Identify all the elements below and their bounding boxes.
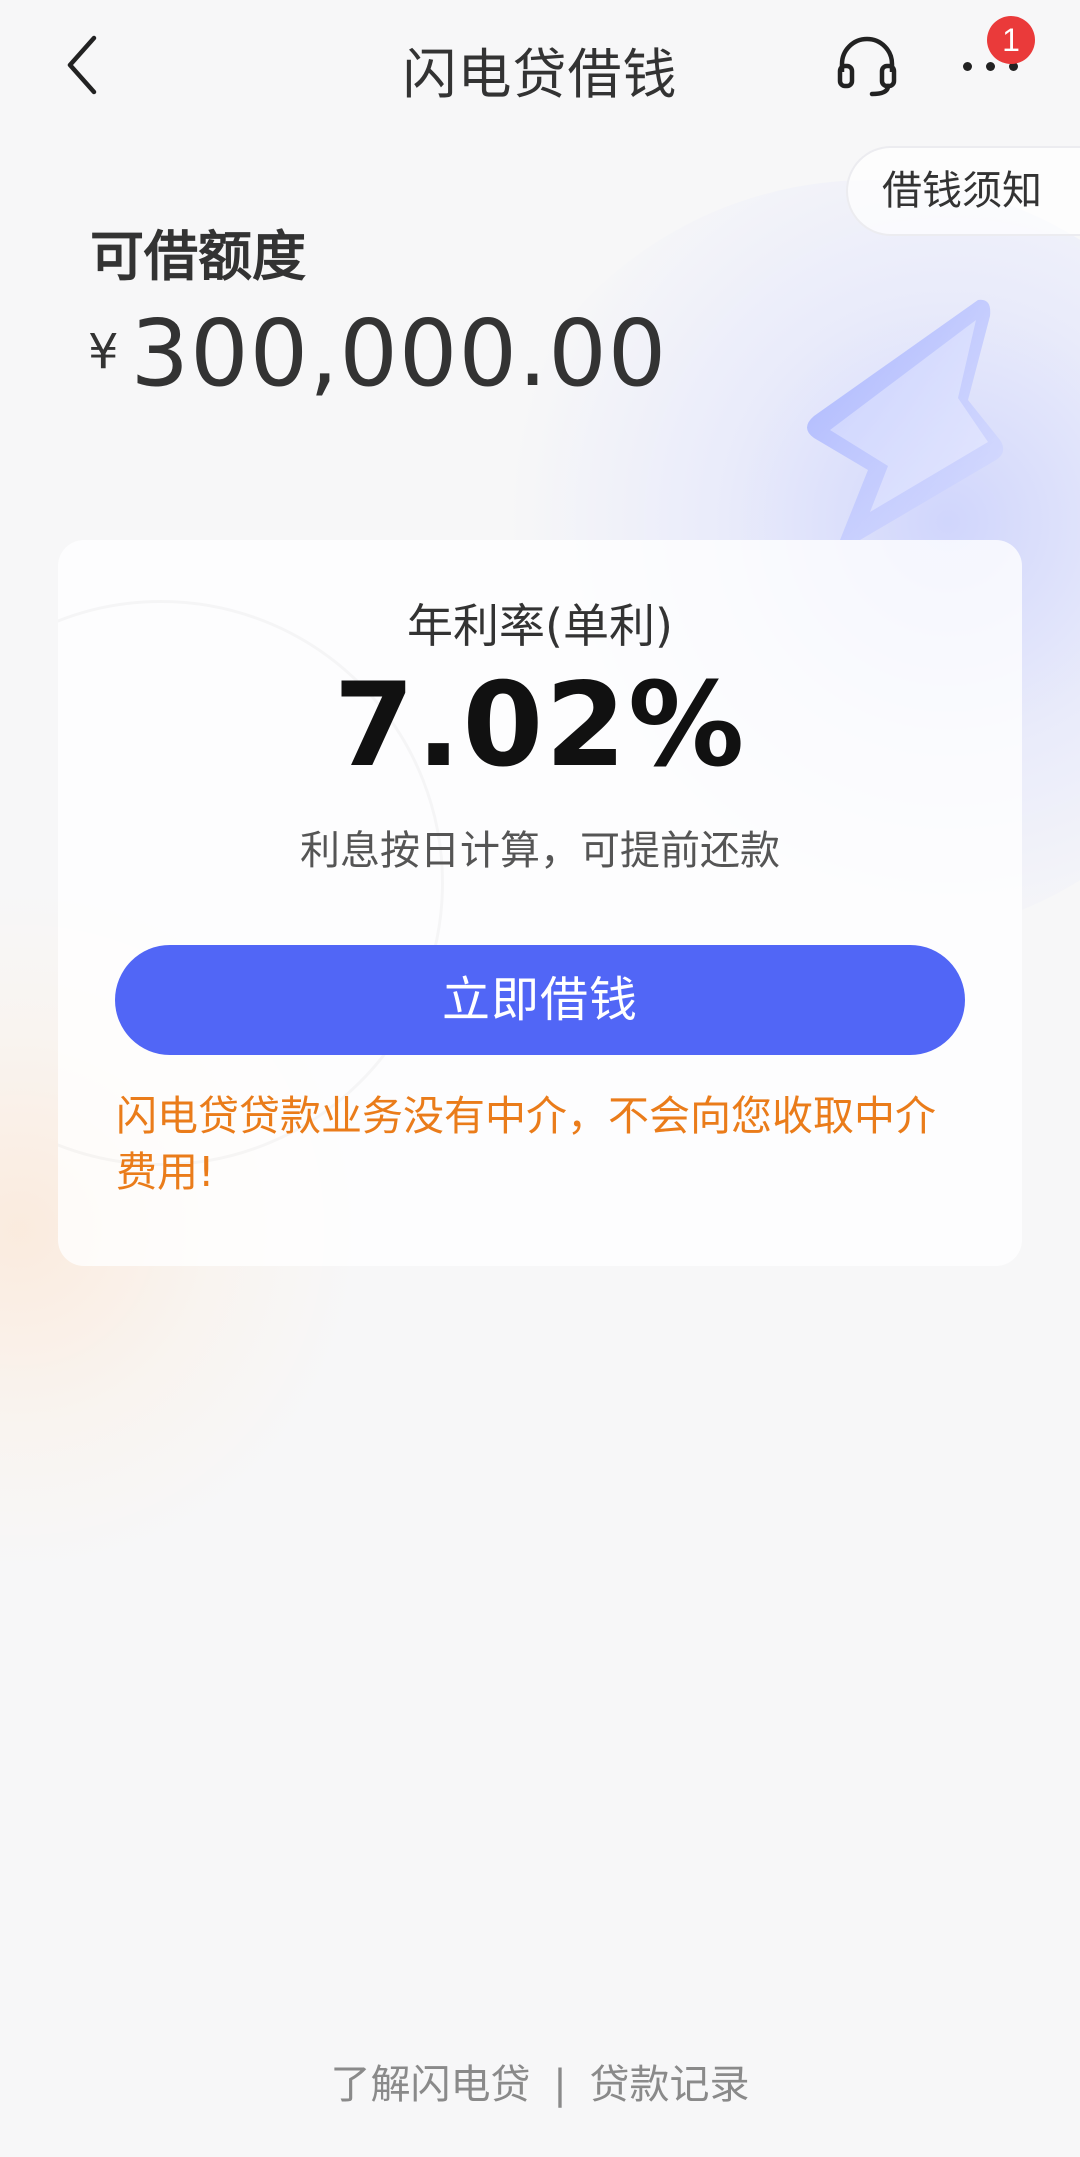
- credit-limit-label: 可借额度: [90, 225, 306, 288]
- notification-badge: 1: [987, 16, 1035, 64]
- interest-rate-label: 年利率(单利): [407, 599, 673, 653]
- lightning-bolt-icon: [807, 299, 1004, 540]
- loan-records-link[interactable]: 贷款记录: [589, 2062, 749, 2108]
- page: 闪电贷借钱 1 借钱须知 可借额度 ¥ 300,000.00 年利率(单利) 7…: [0, 0, 1080, 2157]
- headset-icon: [837, 36, 897, 97]
- customer-service-button[interactable]: [832, 30, 902, 100]
- borrow-now-button[interactable]: 立即借钱: [115, 945, 965, 1055]
- learn-more-link[interactable]: 了解闪电贷: [331, 2062, 531, 2108]
- credit-limit-amount: ¥ 300,000.00: [88, 304, 667, 404]
- no-intermediary-warning: 闪电贷贷款业务没有中介，不会向您收取中介费用!: [116, 1092, 936, 1196]
- borrowing-notice-button[interactable]: 借钱须知: [846, 146, 1080, 236]
- more-button[interactable]: 1: [955, 16, 1035, 100]
- loan-card: 年利率(单利) 7.02% 利息按日计算，可提前还款 立即借钱 闪电贷贷款业务没…: [58, 540, 1022, 1266]
- footer-links: 了解闪电贷 | 贷款记录: [0, 2052, 1080, 2110]
- header: 闪电贷借钱 1: [0, 0, 1080, 130]
- page-title: 闪电贷借钱: [402, 43, 678, 106]
- footer-separator: |: [553, 2062, 567, 2108]
- interest-rate-note: 利息按日计算，可提前还款: [300, 828, 780, 874]
- interest-rate-value: 7.02%: [333, 658, 747, 793]
- amount-value: 300,000.00: [130, 300, 668, 407]
- currency-symbol: ¥: [88, 324, 119, 380]
